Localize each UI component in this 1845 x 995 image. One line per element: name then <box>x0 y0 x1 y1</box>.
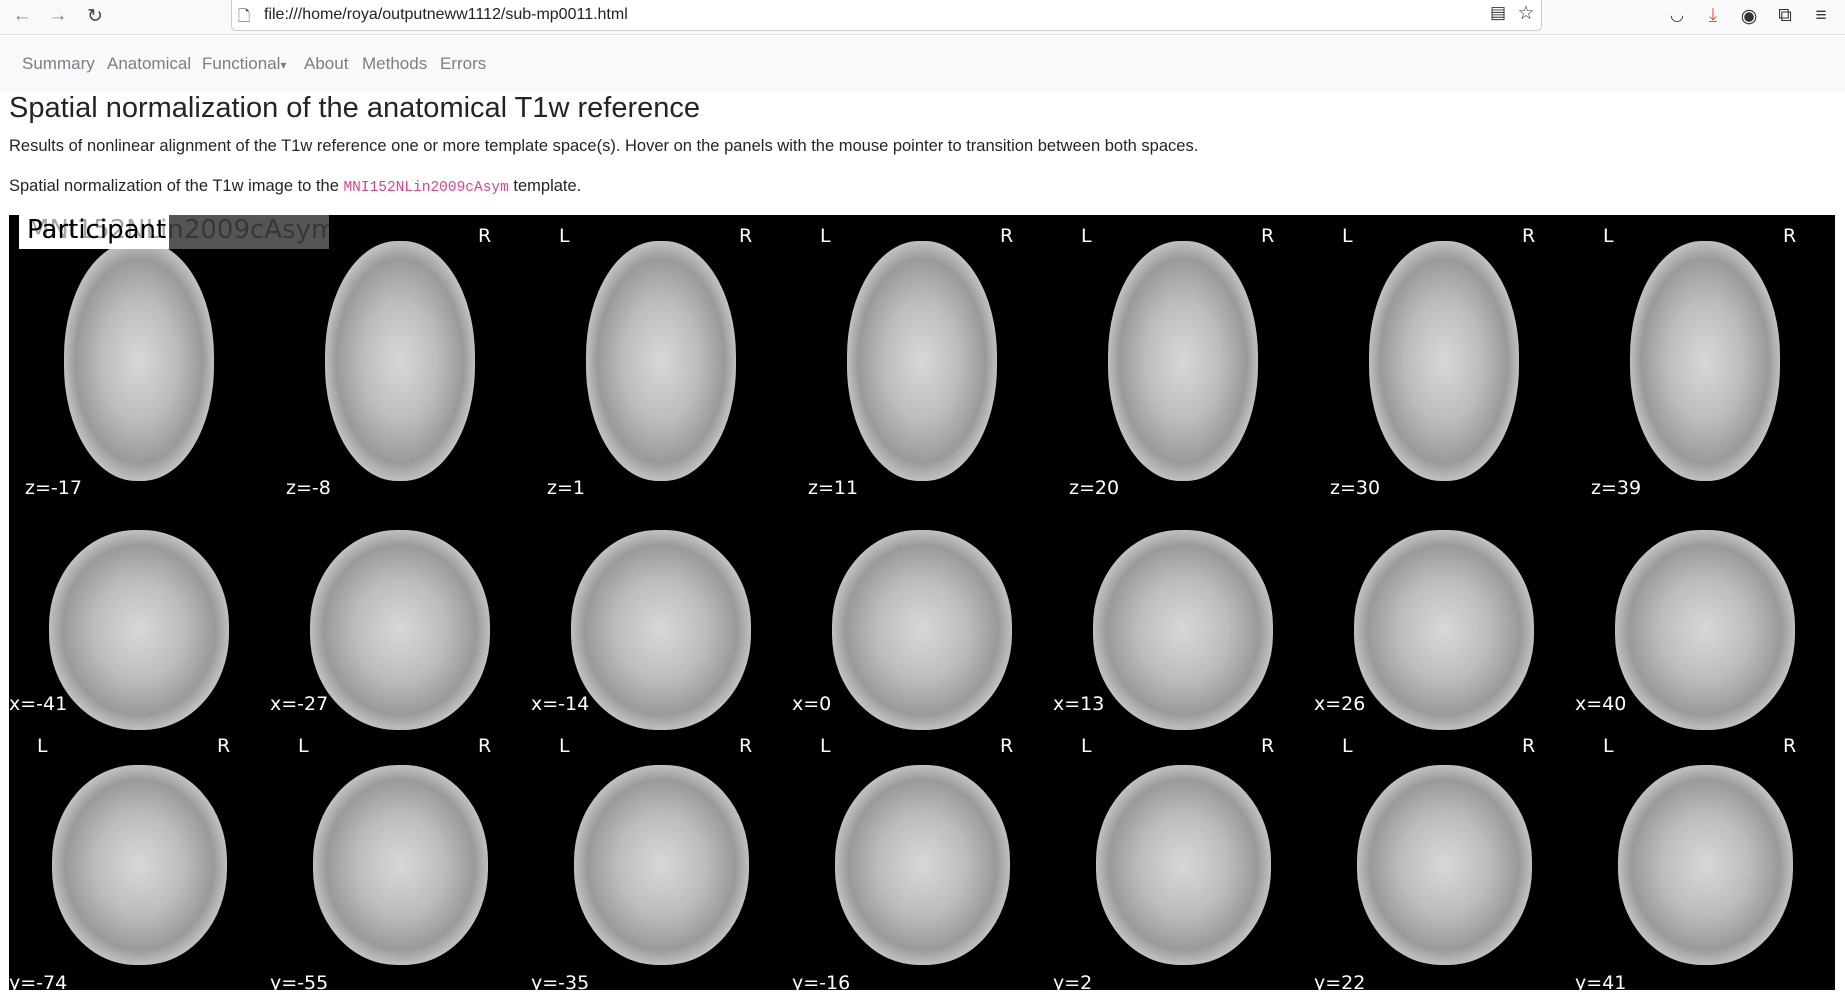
nav-about[interactable]: About <box>304 54 348 74</box>
nav-functional[interactable]: Functional▾ <box>202 54 286 74</box>
coronal-coordinate-label: y=41 <box>1575 972 1627 990</box>
menu-icon[interactable]: ≡ <box>1809 5 1833 27</box>
orientation-right-label: R <box>1783 735 1797 757</box>
sagittal-coordinate-label: x=13 <box>1053 693 1105 715</box>
sagittal-coordinate-label: x=-27 <box>270 693 329 715</box>
coronal-slice-image <box>312 765 488 965</box>
axial-slice-image <box>64 241 214 481</box>
coronal-coordinate-label: y=-74 <box>9 972 68 990</box>
nav-errors[interactable]: Errors <box>440 54 486 74</box>
orientation-left-label: L <box>1081 735 1092 757</box>
coronal-slice-image <box>1617 765 1793 965</box>
coronal-slice-image <box>1095 765 1271 965</box>
sagittal-slice-image <box>1354 530 1534 730</box>
axial-coordinate-label: z=-8 <box>286 477 331 499</box>
axial-slice-image <box>586 241 736 481</box>
download-icon[interactable]: ⤓ <box>1701 5 1725 27</box>
nav-functional-label: Functional <box>202 54 281 73</box>
orientation-right-label: R <box>1783 225 1797 247</box>
page-icon: 🗋 <box>238 8 251 25</box>
caption: Spatial normalization of the T1w image t… <box>9 177 581 196</box>
reload-icon[interactable]: ↻ <box>83 5 107 28</box>
orientation-right-label: R <box>1000 735 1014 757</box>
reader-view-icon[interactable]: ▤ <box>1486 3 1510 23</box>
orientation-left-label: L <box>1603 225 1614 247</box>
sagittal-slice-image <box>49 530 229 730</box>
orientation-right-label: R <box>1522 735 1536 757</box>
coronal-slice-image <box>573 765 749 965</box>
description: Results of nonlinear alignment of the T1… <box>9 137 1199 155</box>
bookmark-star-icon[interactable]: ☆ <box>1514 2 1538 25</box>
axial-coordinate-label: z=30 <box>1330 477 1381 499</box>
axial-slice-image <box>1108 241 1258 481</box>
orientation-right-label: R <box>1261 225 1275 247</box>
orientation-right-label: R <box>739 735 753 757</box>
axial-slice-image <box>1630 241 1780 481</box>
orientation-left-label: L <box>37 735 48 757</box>
normalization-figure[interactable]: L Rz=-17 L Rz=-8 L Rz=1 L Rz=11 L Rz=20 L Rz=30 L Rz=… <box>9 215 1835 990</box>
orientation-left-label: L <box>298 735 309 757</box>
axial-coordinate-label: z=20 <box>1069 477 1120 499</box>
sagittal-coordinate-label: x=0 <box>792 693 832 715</box>
orientation-right-label: R <box>1261 735 1275 757</box>
axial-slice-image <box>1369 241 1519 481</box>
orientation-left-label: L <box>559 225 570 247</box>
orientation-right-label: R <box>217 735 231 757</box>
coronal-slice-image <box>834 765 1010 965</box>
sagittal-coordinate-label: x=40 <box>1575 693 1627 715</box>
back-icon[interactable]: ← <box>10 5 34 27</box>
axial-coordinate-label: z=39 <box>1591 477 1642 499</box>
sagittal-coordinate-label: x=-41 <box>9 693 68 715</box>
axial-coordinate-label: z=1 <box>547 477 585 499</box>
sagittal-coordinate-label: x=26 <box>1314 693 1366 715</box>
template-name: MNI152NLin2009cAsym <box>343 180 509 196</box>
orientation-left-label: L <box>1603 735 1614 757</box>
caption-prefix: Spatial normalization of the T1w image t… <box>9 177 344 195</box>
nav-anatomical[interactable]: Anatomical <box>107 54 191 74</box>
orientation-left-label: L <box>820 735 831 757</box>
coronal-slice-image <box>51 765 227 965</box>
orientation-right-label: R <box>1522 225 1536 247</box>
sagittal-coordinate-label: x=-14 <box>531 693 590 715</box>
orientation-left-label: L <box>1081 225 1092 247</box>
orientation-right-label: R <box>478 225 492 247</box>
pocket-icon[interactable]: ◡ <box>1665 5 1689 25</box>
orientation-right-label: R <box>739 225 753 247</box>
axial-coordinate-label: z=-17 <box>25 477 82 499</box>
sagittal-slice-image <box>571 530 751 730</box>
orientation-left-label: L <box>1342 735 1353 757</box>
coronal-coordinate-label: y=-55 <box>270 972 329 990</box>
axial-coordinate-label: z=11 <box>808 477 859 499</box>
coronal-coordinate-label: y=22 <box>1314 972 1366 990</box>
address-bar[interactable]: 🗋 file:///home/roya/outputneww1112/sub-m… <box>231 0 1542 31</box>
sagittal-slice-image <box>1615 530 1795 730</box>
sagittal-slice-image <box>1093 530 1273 730</box>
caption-suffix: template. <box>508 177 582 195</box>
coronal-coordinate-label: y=2 <box>1053 972 1093 990</box>
axial-slice-image <box>847 241 997 481</box>
account-icon[interactable]: ◉ <box>1737 5 1761 28</box>
axial-slice-image <box>325 241 475 481</box>
orientation-left-label: L <box>1342 225 1353 247</box>
nav-summary[interactable]: Summary <box>22 54 95 74</box>
sagittal-slice-image <box>832 530 1012 730</box>
orientation-left-label: L <box>820 225 831 247</box>
coronal-coordinate-label: y=-35 <box>531 972 590 990</box>
page-title: Spatial normalization of the anatomical … <box>9 92 701 124</box>
caret-down-icon: ▾ <box>280 58 287 72</box>
coronal-slice-image <box>1356 765 1532 965</box>
orientation-right-label: R <box>478 735 492 757</box>
url-text[interactable]: file:///home/roya/outputneww1112/sub-mp0… <box>264 6 628 24</box>
forward-icon[interactable]: → <box>46 5 70 27</box>
sagittal-slice-image <box>310 530 490 730</box>
orientation-right-label: R <box>1000 225 1014 247</box>
extensions-icon[interactable]: ⧉ <box>1773 5 1797 27</box>
coronal-coordinate-label: y=-16 <box>792 972 851 990</box>
template-label: MNI152NLin2009cAsym <box>27 215 337 245</box>
orientation-left-label: L <box>559 735 570 757</box>
nav-methods[interactable]: Methods <box>362 54 427 74</box>
navbar: Summary Anatomical Functional▾ About Met… <box>0 36 1845 92</box>
browser-toolbar: ← → ↻ 🗋 file:///home/roya/outputneww1112… <box>0 0 1845 35</box>
